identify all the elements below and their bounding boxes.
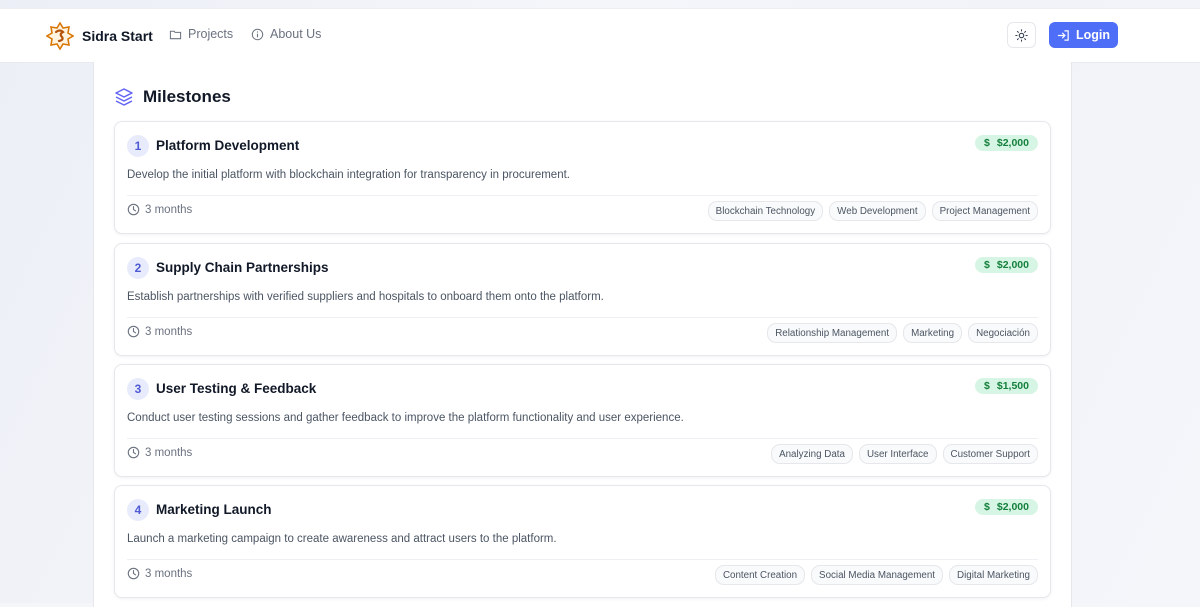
theme-toggle-button[interactable] [1007, 22, 1036, 48]
info-icon [251, 28, 264, 40]
skill-tag: Relationship Management [767, 323, 898, 343]
milestone-title: Marketing Launch [156, 502, 272, 517]
milestone-number: 1 [127, 135, 149, 157]
milestone-number: 3 [127, 378, 149, 400]
milestone-description: Conduct user testing sessions and gather… [127, 412, 684, 424]
price-badge: $ $2,000 [975, 257, 1038, 273]
divider [127, 317, 1038, 318]
milestone-card: 4 Marketing Launch $ $2,000 Launch a mark… [114, 485, 1051, 598]
milestone-title: Platform Development [156, 138, 300, 153]
skill-tag: Social Media Management [811, 565, 944, 585]
milestone-description: Develop the initial platform with blockc… [127, 169, 570, 181]
milestone-description: Establish partnerships with verified sup… [127, 291, 604, 303]
section-title: Milestones [143, 87, 231, 106]
login-label: Login [1075, 28, 1110, 42]
skill-tag: User Interface [858, 444, 937, 464]
milestone-description: Launch a marketing campaign to create aw… [127, 533, 557, 545]
price-value: $2,000 [996, 501, 1029, 513]
milestone-title: User Testing & Feedback [156, 381, 317, 396]
price-value: $2,000 [996, 259, 1029, 271]
skill-tags: Content Creation Social Media Management… [714, 565, 1038, 585]
clock-icon [127, 203, 140, 216]
skill-tag: Project Management [931, 201, 1038, 221]
duration: 3 months [127, 567, 192, 580]
milestone-card: 1 Platform Development $ $2,000 Develop t… [114, 121, 1051, 234]
nav-about-label: About Us [270, 27, 322, 41]
login-icon [1057, 29, 1069, 41]
login-button[interactable]: Login [1049, 22, 1118, 48]
dollar-icon: $ [984, 501, 990, 513]
milestone-number: 4 [127, 499, 149, 521]
skill-tags: Blockchain Technology Web Development Pr… [707, 201, 1038, 221]
sun-icon [1015, 28, 1028, 42]
duration-label: 3 months [145, 446, 193, 459]
divider [127, 438, 1038, 439]
divider [127, 195, 1038, 196]
nav-projects[interactable]: Projects [169, 27, 233, 41]
skill-tag: Customer Support [942, 444, 1038, 464]
dollar-icon: $ [984, 137, 990, 149]
dollar-icon: $ [984, 380, 990, 392]
duration-label: 3 months [145, 203, 193, 216]
skill-tag: Digital Marketing [949, 565, 1038, 585]
top-nav: Sidra Start Projects About Us Login [0, 8, 1200, 63]
nav-projects-label: Projects [188, 27, 234, 41]
price-value: $2,000 [996, 137, 1029, 149]
nav-about-us[interactable]: About Us [251, 27, 321, 41]
brand-logo-icon [46, 22, 74, 50]
brand-name: Sidra Start [82, 28, 153, 44]
skill-tag: Negociación [968, 323, 1038, 343]
skill-tags: Relationship Management Marketing Negoci… [767, 323, 1038, 343]
duration-label: 3 months [145, 567, 193, 580]
skill-tag: Content Creation [714, 565, 806, 585]
milestone-number: 2 [127, 257, 149, 279]
duration: 3 months [127, 325, 192, 338]
price-badge: $ $2,000 [975, 135, 1038, 151]
dollar-icon: $ [984, 259, 990, 271]
milestones-panel: Milestones 1 Platform Development $ $2,00… [93, 62, 1072, 607]
duration-label: 3 months [145, 325, 193, 338]
layers-icon [115, 88, 133, 106]
milestone-title: Supply Chain Partnerships [156, 260, 329, 275]
price-badge: $ $2,000 [975, 499, 1038, 515]
clock-icon [127, 446, 140, 459]
milestone-card: 3 User Testing & Feedback $ $1,500 Conduc… [114, 364, 1051, 477]
clock-icon [127, 567, 140, 580]
duration: 3 months [127, 203, 192, 216]
skill-tag: Blockchain Technology [707, 201, 824, 221]
section-heading: Milestones [114, 87, 231, 107]
skill-tag: Analyzing Data [771, 444, 853, 464]
price-badge: $ $1,500 [975, 378, 1038, 394]
duration: 3 months [127, 446, 192, 459]
brand-link[interactable]: Sidra Start [46, 22, 153, 50]
skill-tags: Analyzing Data User Interface Customer S… [771, 444, 1038, 464]
divider [127, 559, 1038, 560]
skill-tag: Marketing [903, 323, 963, 343]
skill-tag: Web Development [829, 201, 926, 221]
clock-icon [127, 325, 140, 338]
milestone-card: 2 Supply Chain Partnerships $ $2,000 Esta… [114, 243, 1051, 356]
price-value: $1,500 [996, 380, 1029, 392]
folder-icon [169, 30, 182, 39]
